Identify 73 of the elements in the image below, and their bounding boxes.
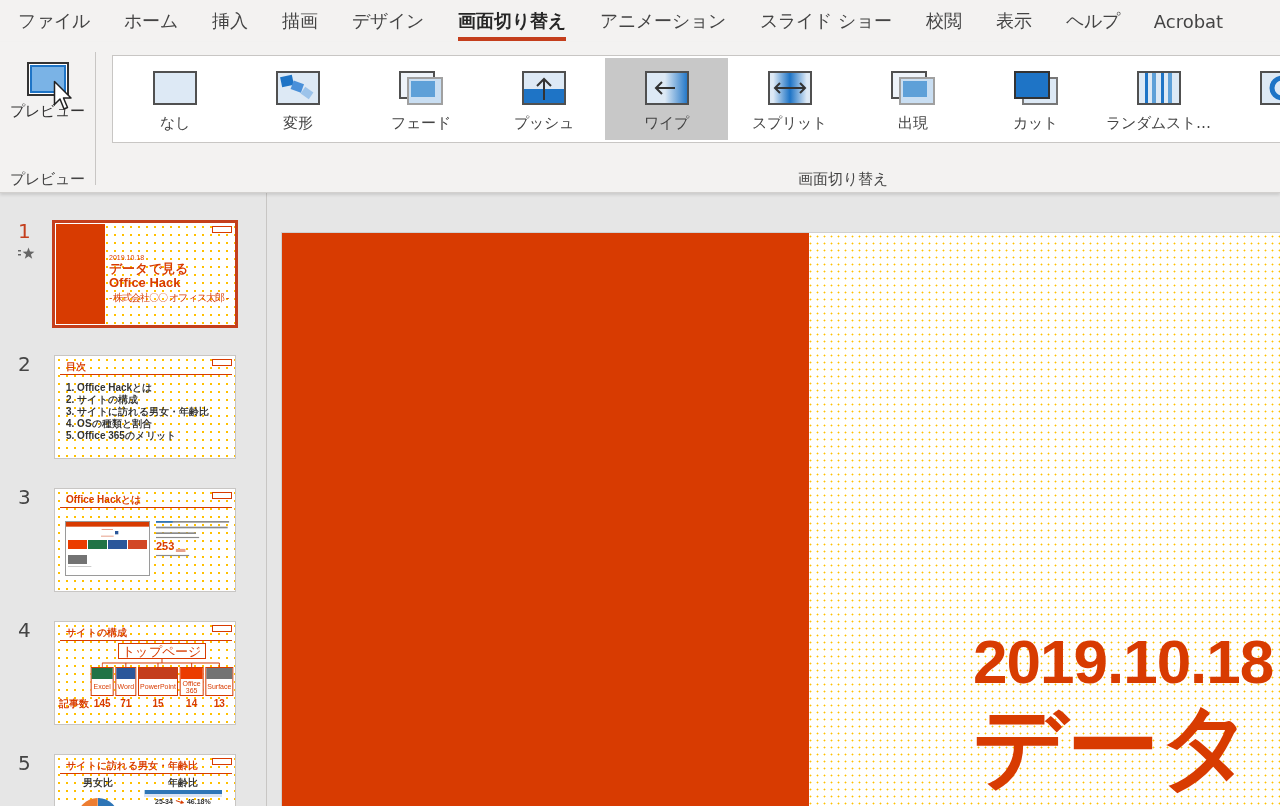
ribbon-tab[interactable]: 描画: [265, 0, 335, 42]
agenda-item: 4. OSの種類と割合: [66, 418, 153, 429]
ribbon-tab[interactable]: デザイン: [335, 0, 441, 42]
slide-subtitle: - 株式会社〇〇 オフィス太郎 -: [109, 291, 229, 304]
ribbon-tab[interactable]: 校閲: [908, 0, 979, 42]
transition-option[interactable]: スプリット: [728, 58, 851, 140]
group-label: 画面切り替え: [798, 169, 888, 189]
overlapping-slides-icon: [398, 71, 443, 105]
agenda-item: 3. サイトに訪れる男女・年齢比: [66, 406, 210, 417]
agenda-item: 2. サイトの構成: [66, 394, 139, 405]
ribbon-tab[interactable]: ホーム: [107, 0, 195, 42]
stamp-frame: [212, 625, 232, 632]
article-count: 145: [92, 699, 112, 709]
transition-option[interactable]: ワイプ: [605, 58, 728, 140]
group-label: プレビュー: [10, 169, 85, 189]
transition-option[interactable]: なし: [113, 58, 236, 140]
slide-heading: 目次: [66, 361, 86, 372]
slide-date: 2019.10.18: [973, 631, 1274, 693]
ribbon-tab[interactable]: 表示: [978, 0, 1049, 42]
slide-number: 5: [18, 752, 31, 774]
ribbon-tab[interactable]: Acrobat: [1136, 0, 1241, 42]
slide-heading: サイトの構成: [66, 627, 128, 638]
ribbon-tab[interactable]: ヘルプ: [1048, 0, 1137, 42]
ribbon-tab[interactable]: アニメーション: [583, 0, 743, 42]
slide-number: 2: [18, 353, 31, 375]
transition-option[interactable]: プッシュ: [482, 58, 605, 140]
agenda-item: 5. Office 365のメリット: [66, 430, 177, 441]
up-arrow-slide-icon: [521, 71, 566, 105]
ribbon-tab[interactable]: ファイル: [1, 0, 107, 42]
slide-title: データ: [973, 701, 1253, 793]
transition-option[interactable]: ランダムスト…: [1097, 58, 1220, 140]
count-label: 記事数: [59, 699, 89, 709]
double-arrow-slide-icon: [767, 71, 812, 105]
ribbon-tab[interactable]: 画面切り替え: [441, 0, 583, 42]
transition-option[interactable]: カット: [974, 58, 1097, 140]
stamp-frame: [212, 226, 232, 233]
text-lines-drawing: [156, 554, 190, 557]
root-node: トップページ: [118, 643, 206, 659]
slide-heading: サイトに訪れる男女・年齢比: [66, 760, 198, 771]
slide-heading: Office Hackとは: [66, 494, 142, 505]
text-lines-drawing: [156, 536, 200, 539]
stamp-frame: [212, 758, 232, 765]
slide-thumbnail[interactable]: Office Hackとは 253: [54, 488, 236, 592]
slide-preview-icon: [26, 62, 69, 96]
article-count: 13: [212, 699, 226, 709]
blurred-text-drawing: [175, 548, 186, 552]
agenda-item: 1. Office Hackとは: [66, 382, 153, 393]
tilted-squares-icon: [275, 71, 320, 105]
slide-title: データで見るOffice Hack: [109, 261, 190, 291]
blank-slide-icon: [152, 71, 197, 105]
vertical-stripes-icon: [1136, 71, 1181, 105]
slide-number: 1: [18, 220, 31, 242]
transition-option[interactable]: フェード: [359, 58, 482, 140]
transition-option[interactable]: 変形: [236, 58, 359, 140]
chart-heading: 男女比: [83, 778, 113, 788]
slide-number: 3: [18, 486, 31, 508]
slide-number: 4: [18, 619, 31, 641]
chart-heading: 年齢比: [168, 778, 198, 788]
article-count: 14: [185, 699, 199, 709]
stamp-frame: [212, 492, 232, 499]
stamp-frame: [212, 359, 232, 366]
stat-number: 253: [156, 541, 175, 552]
left-arrow-slide-icon: [644, 71, 689, 105]
transition-option[interactable]: 出現: [851, 58, 974, 140]
article-count: 15: [151, 699, 165, 709]
stacked-slides-icon: [1013, 71, 1058, 105]
pointer-cursor-icon: [53, 80, 73, 111]
ribbon-tab[interactable]: 挿入: [195, 0, 265, 42]
overlapping-slides-icon: [890, 71, 935, 105]
slide-thumbnail[interactable]: 目次 1. Office Hackとは 2. サイトの構成 3. サイトに訪れる男女・年齢比 4. OSの種類と割合 5. Office 365のメリット: [54, 355, 236, 459]
arrow-icon: [175, 799, 185, 804]
article-count: 71: [119, 699, 133, 709]
ribbon-tab[interactable]: スライド ショー: [743, 0, 909, 42]
